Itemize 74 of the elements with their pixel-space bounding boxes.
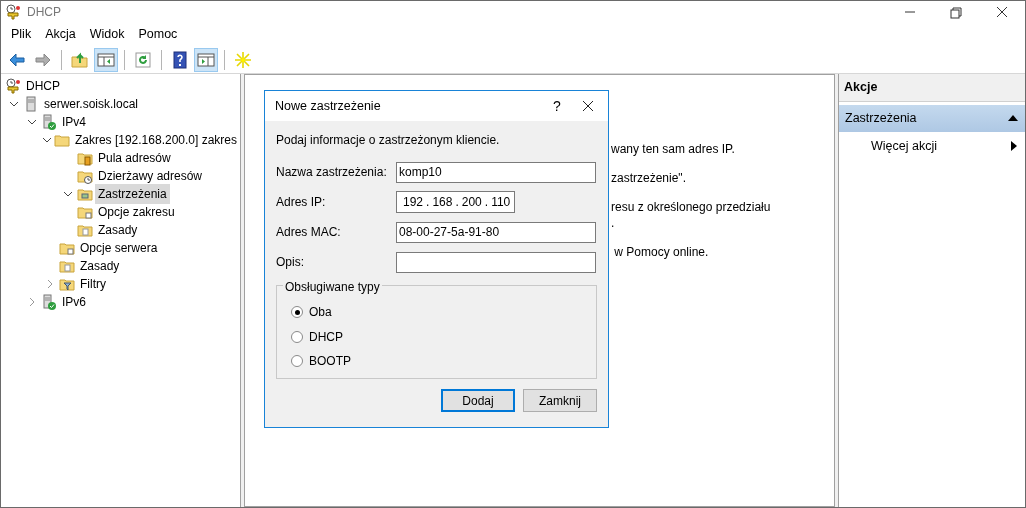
tree-item[interactable]: Zakres [192.168.200.0] zakres <box>71 130 240 150</box>
tree-item[interactable]: Opcje serwera <box>77 238 161 258</box>
instruction-text: Podaj informacje o zastrzeżonym kliencie. <box>276 132 501 149</box>
text-line: . <box>611 215 616 231</box>
folder-icon <box>59 258 75 274</box>
tree-item[interactable]: IPv4 <box>59 112 89 132</box>
text-line: w Pomocy online. <box>613 244 710 260</box>
tree-item[interactable]: IPv6 <box>59 292 89 312</box>
chevron-right-icon[interactable] <box>27 297 37 307</box>
chevron-right-icon[interactable] <box>45 279 55 289</box>
sparkle-icon <box>234 50 252 69</box>
chevron-down-icon[interactable] <box>42 135 53 145</box>
folder-icon <box>53 132 70 148</box>
tree-item[interactable]: Zasady <box>95 220 141 240</box>
radio-button[interactable] <box>291 355 303 368</box>
folder-filter-icon <box>59 276 75 292</box>
folder-icon <box>59 240 75 256</box>
tree-item[interactable]: Pula adresów <box>95 148 174 168</box>
radio-button[interactable] <box>291 306 303 319</box>
dialog-button[interactable]: Zamknij <box>523 389 597 412</box>
tree-item[interactable]: Opcje zakresu <box>95 202 178 222</box>
menu-item[interactable]: Plik <box>4 23 39 46</box>
text-line: zastrzeżenie". <box>611 170 687 186</box>
dialog-title: Nowe zastrzeżenie <box>275 97 381 115</box>
action-item[interactable]: Więcej akcji <box>839 131 1025 161</box>
tree-item[interactable]: Dzierżawy adresów <box>95 166 206 186</box>
server-icon <box>23 96 39 112</box>
radio-option[interactable]: Oba <box>291 300 596 325</box>
pane-header: Akcje <box>839 74 1025 102</box>
server-check-icon <box>41 294 57 310</box>
tree-item[interactable]: Filtry <box>77 274 109 294</box>
tree-item[interactable]: serwer.soisk.local <box>41 94 142 114</box>
close-icon <box>994 5 1010 19</box>
radio-button[interactable] <box>291 330 303 343</box>
menu-item[interactable]: Widok <box>82 23 132 46</box>
text-field[interactable] <box>396 251 596 273</box>
panel-right-icon <box>197 50 215 69</box>
text-field[interactable]: 08-00-27-5a-91-80 <box>396 221 596 243</box>
tree-item[interactable]: Zasady <box>77 256 123 276</box>
field-label: Opis: <box>276 254 305 271</box>
dhcp-icon <box>5 4 21 20</box>
chevron-down-icon[interactable] <box>9 99 19 109</box>
radio-option[interactable]: BOOTP <box>291 349 596 374</box>
close-icon <box>582 100 594 112</box>
field-label: Adres IP: <box>276 194 327 211</box>
refresh-icon <box>134 50 152 69</box>
radio-option[interactable]: DHCP <box>291 324 596 349</box>
restore-icon <box>948 5 964 19</box>
server-check-icon <box>41 114 57 130</box>
dhcp-icon <box>5 78 21 94</box>
folder-icon <box>77 222 93 238</box>
chevron-down-icon[interactable] <box>27 117 37 127</box>
tree-item[interactable]: DHCP <box>23 76 63 96</box>
text-line: wany ten sam adres IP. <box>611 141 736 157</box>
tree-item[interactable]: Zastrzeżenia <box>95 184 170 204</box>
panel-left-icon <box>97 50 115 69</box>
text-line: resu z określonego przedziału <box>611 199 772 215</box>
help-icon <box>171 50 189 69</box>
folder-icon <box>77 150 93 166</box>
window-title: DHCP <box>27 4 61 21</box>
menu-item[interactable]: Pomoc <box>131 23 185 46</box>
ip-address-field[interactable]: 192 . 168 . 200 . 110 <box>396 191 515 213</box>
menu-item[interactable]: Akcja <box>38 23 83 46</box>
field-label: Adres MAC: <box>276 224 342 241</box>
field-label: Nazwa zastrzeżenia: <box>276 164 388 181</box>
section-header[interactable]: Zastrzeżenia <box>839 104 1025 132</box>
help-button[interactable]: ? <box>546 95 568 117</box>
folder-icon <box>77 186 93 202</box>
chevron-down-icon[interactable] <box>63 189 73 199</box>
text-field[interactable]: komp10 <box>396 161 596 183</box>
folder-clock-icon <box>77 168 93 184</box>
dialog-button[interactable]: Dodaj <box>441 389 515 412</box>
folder-icon <box>77 204 93 220</box>
folder-up-icon <box>71 50 89 69</box>
